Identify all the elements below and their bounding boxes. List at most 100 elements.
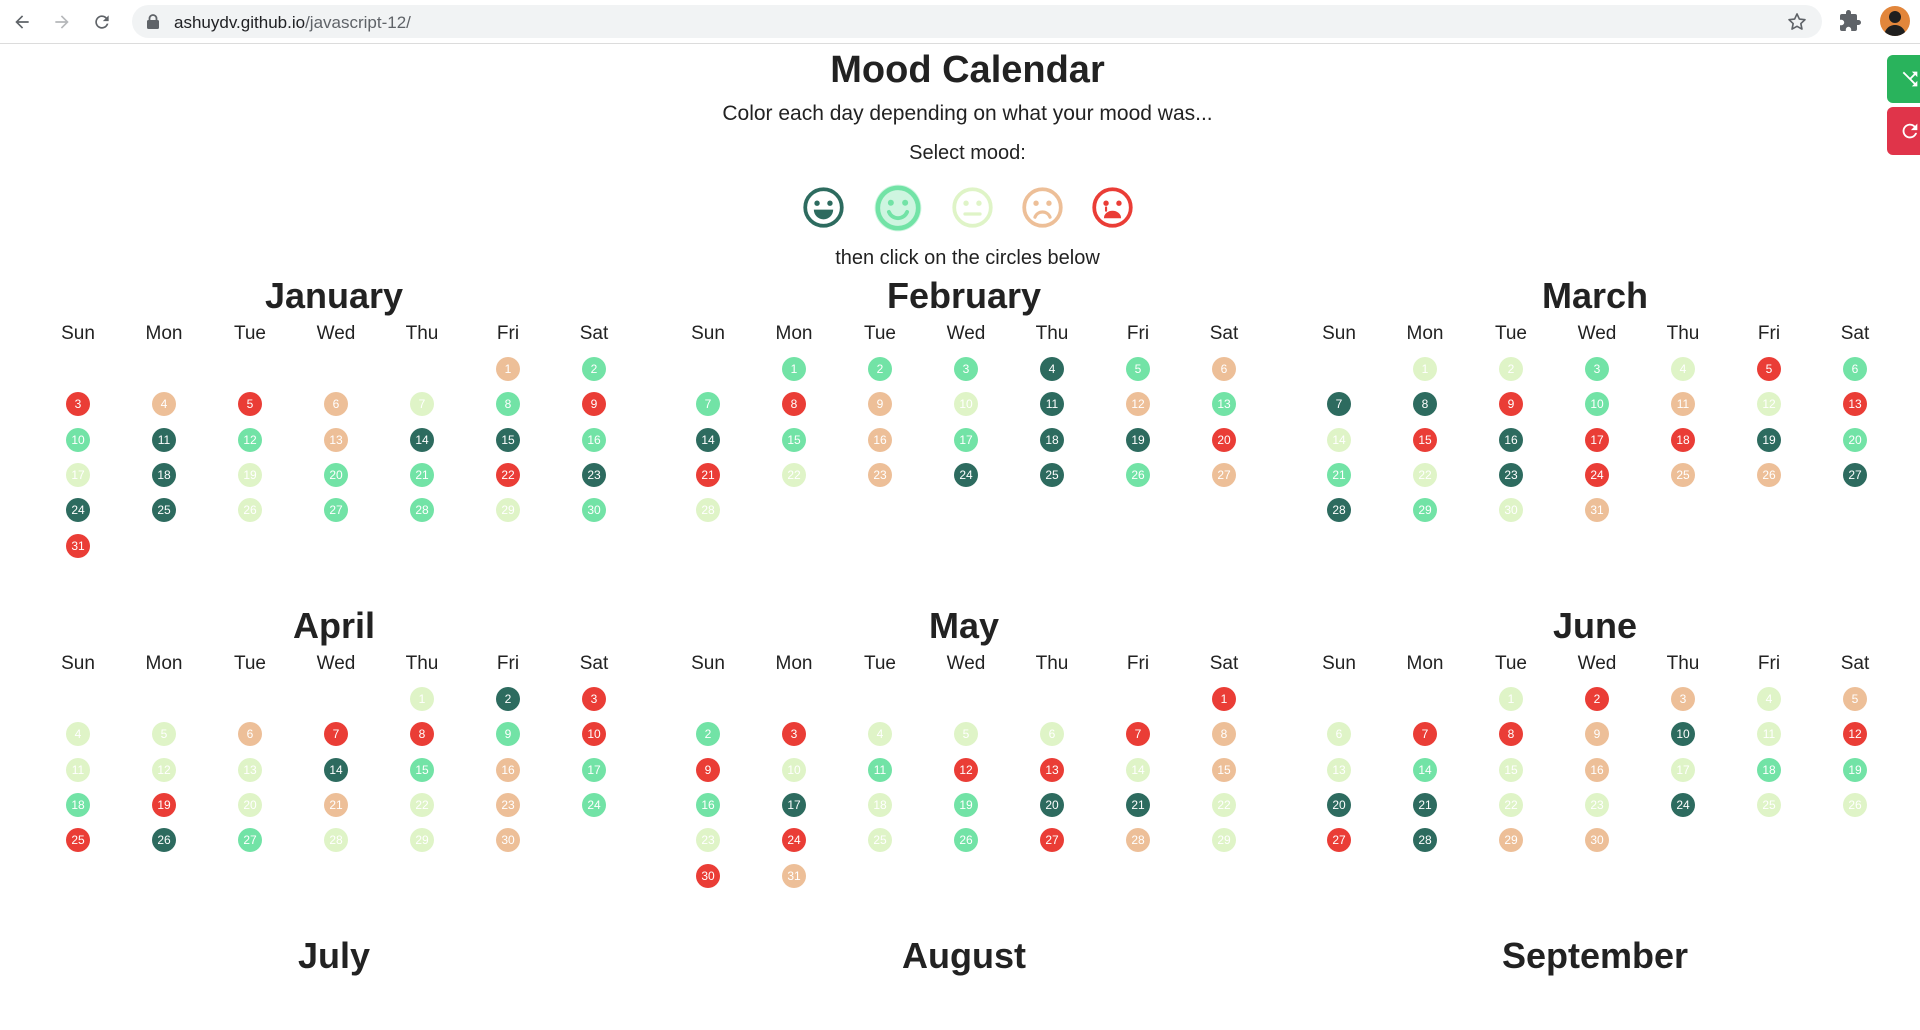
day-circle[interactable]: 22 — [1499, 792, 1523, 817]
day-circle[interactable]: 27 — [1843, 462, 1867, 487]
day-circle[interactable]: 25 — [66, 828, 90, 853]
day-circle[interactable]: 21 — [324, 792, 348, 817]
day-circle[interactable]: 20 — [1843, 427, 1867, 452]
day-circle[interactable]: 21 — [1327, 462, 1351, 487]
day-circle[interactable]: 23 — [496, 792, 520, 817]
day-circle[interactable]: 7 — [1126, 722, 1150, 747]
day-circle[interactable]: 6 — [238, 722, 262, 747]
day-circle[interactable]: 28 — [1327, 498, 1351, 523]
day-circle[interactable]: 16 — [1499, 427, 1523, 452]
back-icon[interactable] — [8, 8, 36, 36]
day-circle[interactable]: 4 — [1040, 357, 1064, 381]
day-circle[interactable]: 28 — [324, 828, 348, 853]
day-circle[interactable]: 1 — [496, 357, 520, 381]
day-circle[interactable]: 6 — [1040, 722, 1064, 747]
day-circle[interactable]: 14 — [1327, 427, 1351, 452]
day-circle[interactable]: 11 — [1040, 392, 1064, 417]
day-circle[interactable]: 27 — [324, 498, 348, 523]
day-circle[interactable]: 20 — [1212, 427, 1236, 452]
day-circle[interactable]: 19 — [1843, 757, 1867, 782]
day-circle[interactable]: 8 — [1413, 392, 1437, 417]
day-circle[interactable]: 6 — [1327, 722, 1351, 747]
day-circle[interactable]: 26 — [1757, 462, 1781, 487]
day-circle[interactable]: 8 — [1212, 722, 1236, 747]
day-circle[interactable]: 1 — [782, 357, 806, 381]
day-circle[interactable]: 4 — [1757, 687, 1781, 711]
day-circle[interactable]: 3 — [582, 687, 606, 711]
day-circle[interactable]: 26 — [152, 828, 176, 853]
day-circle[interactable]: 24 — [954, 462, 978, 487]
day-circle[interactable]: 5 — [1843, 687, 1867, 711]
day-circle[interactable]: 18 — [1671, 427, 1695, 452]
day-circle[interactable]: 20 — [238, 792, 262, 817]
day-circle[interactable]: 30 — [1499, 498, 1523, 523]
day-circle[interactable]: 27 — [238, 828, 262, 853]
day-circle[interactable]: 4 — [66, 722, 90, 747]
day-circle[interactable]: 14 — [324, 757, 348, 782]
day-circle[interactable]: 2 — [696, 722, 720, 747]
day-circle[interactable]: 11 — [152, 427, 176, 452]
day-circle[interactable]: 10 — [582, 722, 606, 747]
day-circle[interactable]: 13 — [238, 757, 262, 782]
day-circle[interactable]: 19 — [238, 462, 262, 487]
day-circle[interactable]: 14 — [1126, 757, 1150, 782]
day-circle[interactable]: 24 — [1585, 462, 1609, 487]
day-circle[interactable]: 9 — [696, 757, 720, 782]
day-circle[interactable]: 21 — [410, 462, 434, 487]
day-circle[interactable]: 29 — [1212, 828, 1236, 853]
day-circle[interactable]: 27 — [1040, 828, 1064, 853]
day-circle[interactable]: 11 — [1757, 722, 1781, 747]
day-circle[interactable]: 24 — [1671, 792, 1695, 817]
extensions-puzzle-icon[interactable] — [1838, 9, 1862, 33]
day-circle[interactable]: 19 — [1757, 427, 1781, 452]
happy-face-icon[interactable] — [872, 182, 924, 234]
day-circle[interactable]: 31 — [66, 533, 90, 558]
day-circle[interactable]: 21 — [1126, 792, 1150, 817]
day-circle[interactable]: 12 — [152, 757, 176, 782]
day-circle[interactable]: 25 — [1757, 792, 1781, 817]
day-circle[interactable]: 13 — [324, 427, 348, 452]
day-circle[interactable]: 31 — [1585, 498, 1609, 523]
day-circle[interactable]: 14 — [1413, 757, 1437, 782]
day-circle[interactable]: 13 — [1212, 392, 1236, 417]
day-circle[interactable]: 18 — [1757, 757, 1781, 782]
day-circle[interactable]: 25 — [152, 498, 176, 523]
day-circle[interactable]: 23 — [1585, 792, 1609, 817]
day-circle[interactable]: 22 — [496, 462, 520, 487]
day-circle[interactable]: 25 — [1671, 462, 1695, 487]
day-circle[interactable]: 1 — [1212, 687, 1236, 711]
day-circle[interactable]: 5 — [1126, 357, 1150, 381]
day-circle[interactable]: 2 — [1585, 687, 1609, 711]
day-circle[interactable]: 28 — [1413, 828, 1437, 853]
day-circle[interactable]: 2 — [496, 687, 520, 711]
day-circle[interactable]: 17 — [1671, 757, 1695, 782]
day-circle[interactable]: 8 — [782, 392, 806, 417]
day-circle[interactable]: 22 — [1413, 462, 1437, 487]
day-circle[interactable]: 9 — [1499, 392, 1523, 417]
day-circle[interactable]: 12 — [238, 427, 262, 452]
day-circle[interactable]: 2 — [868, 357, 892, 381]
day-circle[interactable]: 11 — [1671, 392, 1695, 417]
day-circle[interactable]: 12 — [954, 757, 978, 782]
day-circle[interactable]: 18 — [868, 792, 892, 817]
day-circle[interactable]: 10 — [1585, 392, 1609, 417]
day-circle[interactable]: 29 — [1499, 828, 1523, 853]
day-circle[interactable]: 20 — [324, 462, 348, 487]
day-circle[interactable]: 8 — [410, 722, 434, 747]
very-happy-face-icon[interactable] — [802, 186, 845, 229]
day-circle[interactable]: 21 — [696, 462, 720, 487]
day-circle[interactable]: 2 — [1499, 357, 1523, 381]
day-circle[interactable]: 13 — [1327, 757, 1351, 782]
day-circle[interactable]: 12 — [1757, 392, 1781, 417]
day-circle[interactable]: 12 — [1126, 392, 1150, 417]
day-circle[interactable]: 1 — [1413, 357, 1437, 381]
day-circle[interactable]: 5 — [1757, 357, 1781, 381]
day-circle[interactable]: 3 — [782, 722, 806, 747]
day-circle[interactable]: 26 — [954, 828, 978, 853]
day-circle[interactable]: 17 — [1585, 427, 1609, 452]
day-circle[interactable]: 24 — [582, 792, 606, 817]
profile-avatar[interactable] — [1880, 6, 1910, 36]
day-circle[interactable]: 9 — [868, 392, 892, 417]
forward-icon[interactable] — [48, 8, 76, 36]
day-circle[interactable]: 19 — [954, 792, 978, 817]
